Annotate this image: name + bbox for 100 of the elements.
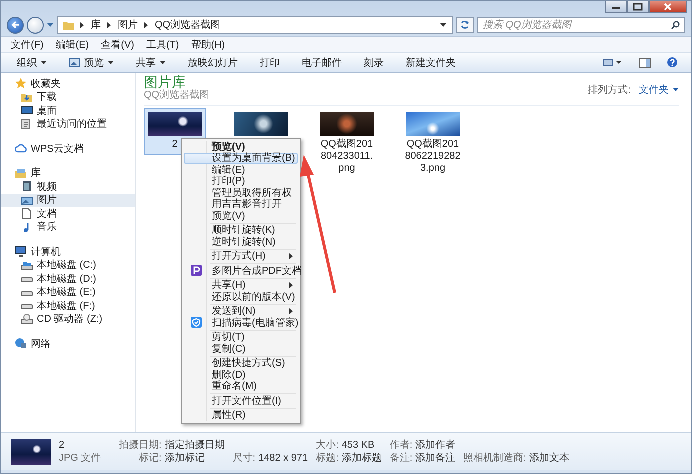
- photo-placeholder: [320, 112, 374, 136]
- minimize-button[interactable]: [605, 1, 627, 13]
- file-item[interactable]: QQ截图20180622192823.png: [402, 108, 464, 179]
- menu-item[interactable]: 文件(F): [7, 38, 48, 52]
- preview-pane-button[interactable]: [636, 56, 654, 68]
- forward-button[interactable]: [27, 16, 44, 34]
- menu-item[interactable]: 复制(C): [184, 343, 298, 354]
- detail-value[interactable]: 添加标题: [342, 452, 382, 464]
- detail-label: 标记:: [138, 452, 162, 464]
- detail-value[interactable]: 453 KB: [342, 438, 382, 452]
- chevron-icon[interactable]: [80, 22, 85, 28]
- menu-item[interactable]: 管理员取得所有权: [184, 187, 298, 198]
- menu-item[interactable]: 属性(R): [184, 410, 298, 421]
- photo-placeholder: [11, 438, 51, 464]
- detail-value[interactable]: 指定拍摄日期: [164, 438, 225, 452]
- sidebar-item[interactable]: 音乐: [1, 220, 135, 234]
- detail-value[interactable]: 添加标记: [164, 452, 225, 464]
- sidebar-item[interactable]: WPS云文档: [1, 142, 135, 156]
- menu-item[interactable]: 剪切(T): [184, 332, 298, 343]
- menu-item[interactable]: 共享(H): [184, 280, 298, 291]
- cloud-icon: [15, 143, 27, 154]
- sidebar-item[interactable]: 本地磁盘 (C:): [1, 258, 135, 272]
- detail-value[interactable]: 添加文本: [529, 452, 570, 464]
- search-field[interactable]: 搜索 QQ浏览器截图: [477, 17, 685, 33]
- menu-item[interactable]: 预览(V): [184, 210, 298, 222]
- sidebar-item[interactable]: 本地磁盘 (E:): [1, 286, 135, 299]
- sidebar-item[interactable]: 图片: [1, 194, 135, 207]
- menu-item[interactable]: 逆时针旋转(N): [184, 236, 298, 248]
- back-button[interactable]: [7, 16, 24, 34]
- sidebar-item[interactable]: 收藏夹: [1, 77, 135, 90]
- close-button[interactable]: [649, 1, 687, 13]
- breadcrumb[interactable]: 库: [91, 18, 101, 32]
- file-item[interactable]: QQ截图201804233011.png: [316, 108, 378, 179]
- sidebar-item[interactable]: 文档: [1, 207, 135, 220]
- submenu-arrow-icon: [289, 282, 293, 289]
- detail-label: 备注:: [390, 452, 413, 464]
- menu-item[interactable]: 打开方式(H): [184, 250, 298, 262]
- menu-item[interactable]: 设置为桌面背景(B): [184, 152, 298, 164]
- menu-item[interactable]: 还原以前的版本(V): [184, 291, 298, 302]
- cd-icon: [21, 314, 33, 325]
- caret-icon[interactable]: [440, 22, 447, 28]
- star-icon: [15, 78, 27, 90]
- sidebar-item[interactable]: 下载: [1, 90, 135, 104]
- search-icon[interactable]: [671, 21, 680, 30]
- maximize-icon: [633, 2, 643, 10]
- menu-item[interactable]: 重命名(M): [184, 380, 298, 392]
- address-bar[interactable]: 库 图片 QQ浏览器截图: [57, 16, 453, 34]
- folder-icon: [63, 20, 74, 30]
- library-title: 图片库: [144, 75, 187, 90]
- menu-item[interactable]: 扫描病毒(电脑管家): [184, 317, 298, 328]
- breadcrumb[interactable]: 图片: [118, 18, 138, 32]
- toolbar-button[interactable]: 刻录: [358, 54, 390, 70]
- sidebar-item[interactable]: 桌面: [1, 104, 135, 118]
- sidebar-item[interactable]: 视频: [1, 180, 135, 194]
- menu-item[interactable]: 发送到(N): [184, 306, 298, 317]
- toolbar-button[interactable]: 电子邮件: [296, 54, 348, 70]
- maximize-button[interactable]: [627, 1, 649, 13]
- menu-item[interactable]: 创建快捷方式(S): [184, 358, 298, 369]
- sidebar-item[interactable]: 库: [1, 166, 135, 180]
- download-icon: [21, 92, 33, 103]
- sort-dropdown[interactable]: 文件夹: [639, 83, 679, 97]
- photo-placeholder: [234, 112, 288, 136]
- recent-icon: [21, 118, 33, 130]
- toolbar-button[interactable]: 组织: [11, 54, 53, 70]
- caret-icon: [41, 60, 47, 64]
- menu-item[interactable]: 删除(D): [184, 369, 298, 380]
- menu-item[interactable]: 打开文件位置(I): [184, 395, 298, 406]
- menu-item[interactable]: 工具(T): [142, 38, 184, 52]
- sidebar-item[interactable]: 最近访问的位置: [1, 118, 135, 131]
- chevron-icon[interactable]: [144, 22, 149, 28]
- toolbar-button[interactable]: 放映幻灯片: [182, 54, 244, 70]
- detail-value[interactable]: 1482 x 971: [258, 452, 308, 464]
- refresh-button[interactable]: [456, 17, 474, 33]
- menu-item[interactable]: 打印(P): [184, 176, 298, 187]
- detail-label: 照相机制造商:: [464, 452, 526, 464]
- sidebar-item[interactable]: CD 驱动器 (Z:): [1, 312, 135, 326]
- network-icon: [15, 338, 27, 350]
- detail-value[interactable]: 添加备注: [416, 452, 456, 464]
- detail-value[interactable]: 添加作者: [416, 438, 456, 452]
- menu-item[interactable]: 编辑(E): [52, 38, 94, 52]
- menu-item[interactable]: 查看(V): [97, 38, 138, 52]
- toolbar-button[interactable]: 共享: [130, 54, 172, 70]
- menu-item[interactable]: 帮助(H): [187, 38, 230, 52]
- toolbar-button[interactable]: 打印: [254, 54, 286, 70]
- toolbar-button[interactable]: 预览: [63, 54, 120, 70]
- toolbar-button[interactable]: 新建文件夹: [400, 54, 462, 70]
- menu-item[interactable]: 用吉吉影音打开: [184, 198, 298, 210]
- sidebar-item[interactable]: 计算机: [1, 245, 135, 258]
- menu-item[interactable]: 编辑(E): [184, 164, 298, 176]
- picture-icon: [69, 58, 80, 67]
- detail-label: 大小:: [316, 438, 339, 452]
- sidebar-item[interactable]: 本地磁盘 (D:): [1, 272, 135, 286]
- breadcrumb[interactable]: QQ浏览器截图: [155, 18, 221, 32]
- library-icon: [15, 168, 27, 179]
- sidebar-item[interactable]: 本地磁盘 (F:): [1, 299, 135, 312]
- chevron-icon[interactable]: [107, 22, 112, 28]
- menu-item[interactable]: 顺时针旋转(K): [184, 224, 298, 236]
- sidebar-item[interactable]: 网络: [1, 337, 135, 350]
- detail-label: 作者:: [390, 438, 413, 452]
- system-drive-icon: [21, 260, 33, 271]
